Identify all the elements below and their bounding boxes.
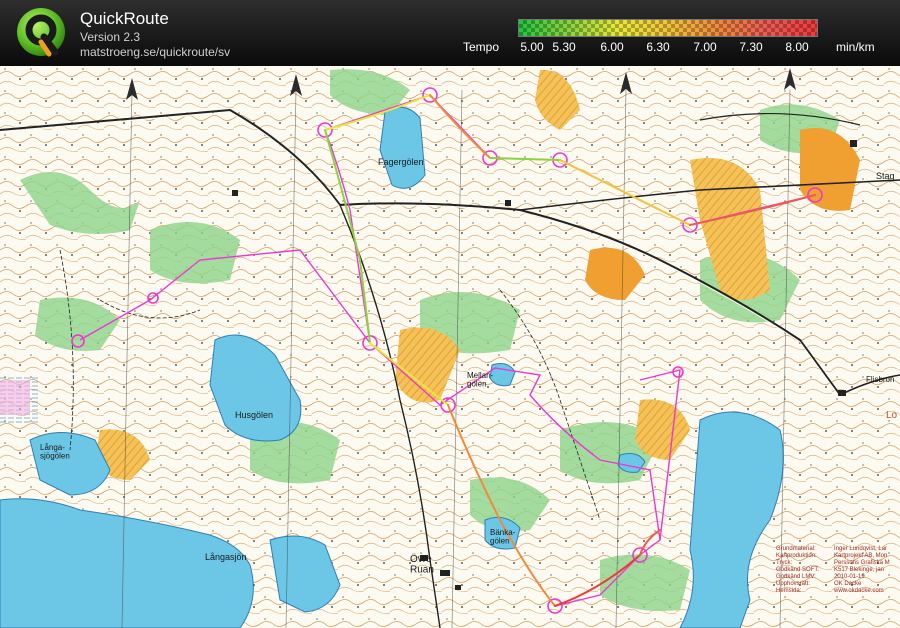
- map-canvas: Fagergölen Husgölen Långa-sjögölen Långa…: [0, 66, 900, 628]
- lake-mellangolen: [489, 363, 516, 387]
- legend-title-fragment: Lo: [886, 410, 898, 421]
- tempo-tick: 7.00: [693, 40, 717, 54]
- place-label-langasjon: Långasjön: [205, 552, 247, 562]
- legend-row: Upphovsrätt: OK Dacke: [776, 581, 862, 587]
- legend-row: Kartproduktion: Kartprojekt AB, Mon: [776, 553, 888, 559]
- tempo-unit: min/km: [836, 40, 875, 54]
- map-legend: Grundmaterial: Inger Lundqvist, Lar Kartp…: [776, 546, 900, 616]
- app-url: matstroeng.se/quickroute/sv: [80, 45, 231, 59]
- place-label-flisbron: Flisbron: [866, 375, 894, 384]
- tempo-color-scale: [518, 19, 818, 37]
- legend-row: Hemsida: www.okdacke.com: [776, 588, 884, 594]
- quickroute-viewer: QuickRoute Version 2.3 matstroeng.se/qui…: [0, 0, 900, 628]
- legend-row: Godkänd LMV: 2010-01-19: [776, 574, 865, 580]
- legend-row: Grundmaterial: Inger Lundqvist, Lar: [776, 546, 888, 552]
- tempo-tick: 8.00: [785, 40, 809, 54]
- tempo-tick: 5.00: [520, 40, 544, 54]
- header-bar: QuickRoute Version 2.3 matstroeng.se/qui…: [0, 0, 900, 66]
- tempo-label: Tempo: [463, 40, 500, 54]
- app-version: Version 2.3: [80, 30, 141, 44]
- quickroute-logo-icon: [17, 8, 65, 57]
- place-label-fagergolen: Fagergölen: [378, 157, 424, 167]
- orienteering-map[interactable]: Fagergölen Husgölen Långa-sjögölen Långa…: [0, 66, 900, 628]
- out-of-bounds-area: [0, 380, 30, 415]
- legend-row: Tryck: Perssons Grafiska M: [776, 560, 890, 566]
- tempo-tick: 7.30: [739, 40, 763, 54]
- tempo-tick: 5.30: [552, 40, 576, 54]
- tempo-tick: 6.00: [600, 40, 624, 54]
- place-label-ovre-ruan: Övre Ruan: [410, 553, 434, 576]
- tempo-tick: 6.30: [646, 40, 670, 54]
- legend-row: Godkänd SOFT: K517 Blekinge, jan: [776, 567, 885, 573]
- place-label-stage: Stag: [876, 171, 895, 181]
- app-title: QuickRoute: [80, 9, 169, 28]
- place-label-husgolen: Husgölen: [235, 410, 273, 420]
